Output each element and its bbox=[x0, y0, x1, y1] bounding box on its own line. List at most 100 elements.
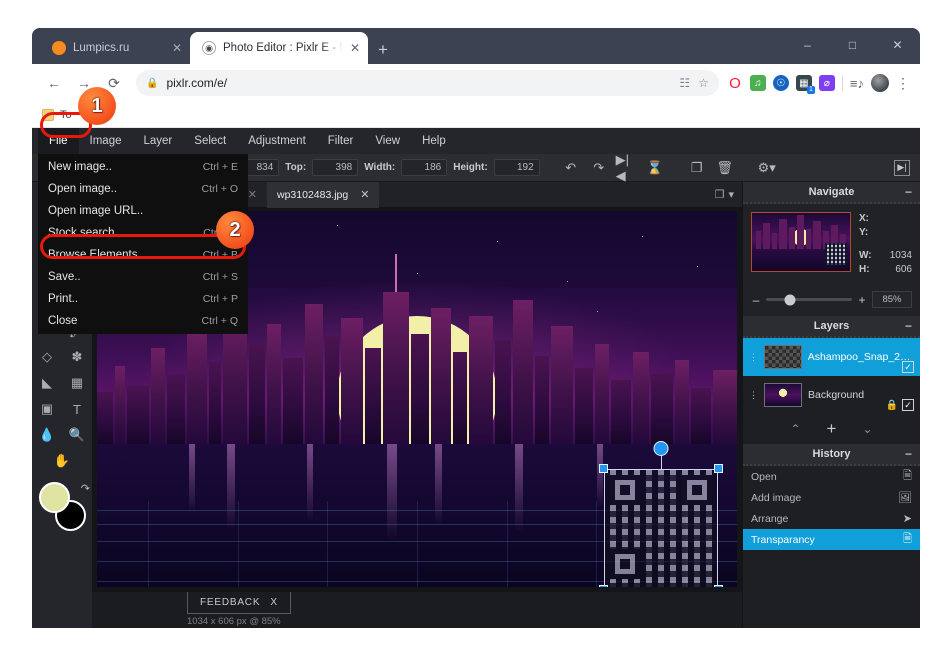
menu-help[interactable]: Help bbox=[411, 128, 457, 154]
opera-extension-icon[interactable]: O bbox=[726, 75, 743, 92]
browser-toolbar: ← → ⟳ 🔒 pixlr.com/e/ ☷ ☆ O ♫ ☉ ▦ 1 ⌀ ≡♪ ⋮ bbox=[32, 64, 920, 102]
paint-icon[interactable]: ✽ bbox=[64, 344, 90, 370]
navigate-panel-header[interactable]: Navigate − bbox=[743, 182, 920, 204]
feedback-tab[interactable]: FEEDBACK X bbox=[187, 592, 291, 614]
history-item[interactable]: Open 🗎 bbox=[743, 466, 920, 487]
star-icon[interactable]: ☆ bbox=[698, 76, 709, 90]
height-input[interactable]: 192 bbox=[493, 159, 540, 176]
move-layer-up-icon[interactable]: ⌃ bbox=[790, 422, 800, 436]
minimize-panel-icon[interactable]: − bbox=[905, 447, 912, 461]
delete-icon[interactable]: 🗑 bbox=[714, 157, 736, 179]
width-input[interactable]: 186 bbox=[401, 159, 448, 176]
close-window-button[interactable]: ✕ bbox=[875, 28, 920, 62]
music-extension-icon[interactable]: ♫ bbox=[749, 75, 766, 91]
menu-item-open-image-url[interactable]: Open image URL.. bbox=[38, 200, 248, 222]
settings-gear-icon[interactable]: ⚙▾ bbox=[756, 157, 778, 179]
history-list: Open 🗎 Add image 🖼 Arrange ➤ Transparanc… bbox=[743, 466, 920, 550]
history-item[interactable]: Arrange ➤ bbox=[743, 508, 920, 529]
three-dots-menu-icon[interactable]: ⋮ bbox=[896, 75, 910, 92]
text-icon[interactable]: T bbox=[64, 396, 90, 422]
shape-icon[interactable]: ▣ bbox=[34, 396, 60, 422]
layer-row[interactable]: ⋮ Background 🔒 ✓ bbox=[743, 376, 920, 414]
resize-handle-bottom-left[interactable] bbox=[599, 585, 608, 587]
panel-toggle-icon[interactable]: ▶| bbox=[894, 159, 910, 176]
menu-item-close[interactable]: Close Ctrl + Q bbox=[38, 310, 248, 332]
menu-item-save[interactable]: Save.. Ctrl + S bbox=[38, 266, 248, 288]
menu-item-print[interactable]: Print.. Ctrl + P bbox=[38, 288, 248, 310]
height-label: Height: bbox=[453, 162, 488, 173]
zoom-slider[interactable] bbox=[766, 294, 852, 305]
zoom-out-button[interactable]: – bbox=[751, 293, 761, 307]
menu-item-new-image[interactable]: New image.. Ctrl + E bbox=[38, 156, 248, 178]
resize-handle-top-right[interactable] bbox=[714, 464, 723, 473]
back-icon[interactable]: ← bbox=[40, 69, 68, 97]
fill-icon[interactable]: ◣ bbox=[34, 370, 60, 396]
close-icon[interactable]: ✕ bbox=[350, 41, 360, 55]
history-label: Transparancy bbox=[751, 533, 815, 546]
resize-handle-top-left[interactable] bbox=[599, 464, 608, 473]
foreground-color-swatch[interactable] bbox=[39, 482, 70, 513]
redo-icon[interactable]: ↷ bbox=[588, 157, 610, 179]
close-icon[interactable]: ✕ bbox=[248, 188, 257, 201]
move-layer-down-icon[interactable]: ⌄ bbox=[862, 422, 872, 436]
lock-icon[interactable]: 🔒 bbox=[886, 400, 898, 411]
eraser-icon[interactable]: ◇ bbox=[34, 344, 60, 370]
globe-extension-icon[interactable]: ☉ bbox=[772, 75, 789, 91]
browser-tab-pixlr[interactable]: ◉ Photo Editor : Pixlr E - free image ✕ bbox=[190, 32, 368, 64]
chevron-down-icon[interactable]: ▾ bbox=[728, 188, 734, 201]
box-extension-icon[interactable]: ▦ 1 bbox=[795, 75, 815, 94]
gradient-icon[interactable]: ▦ bbox=[64, 370, 90, 396]
zoom-slider-knob[interactable] bbox=[784, 294, 796, 305]
color-swatches[interactable]: ↷ bbox=[36, 480, 90, 538]
resize-handle-bottom-right[interactable] bbox=[714, 585, 723, 587]
history-item[interactable]: Transparancy 🗎 bbox=[743, 529, 920, 550]
menu-adjustment[interactable]: Adjustment bbox=[237, 128, 317, 154]
menu-item-open-image[interactable]: Open image.. Ctrl + O bbox=[38, 178, 248, 200]
menu-select[interactable]: Select bbox=[183, 128, 237, 154]
menu-layer[interactable]: Layer bbox=[133, 128, 184, 154]
maximize-button[interactable]: □ bbox=[830, 28, 875, 62]
purple-extension-icon[interactable]: ⌀ bbox=[818, 75, 835, 91]
close-icon[interactable]: ✕ bbox=[360, 188, 369, 201]
rotate-handle[interactable] bbox=[653, 441, 669, 456]
flip-horizontal-icon[interactable]: ▶|◀ bbox=[616, 152, 638, 183]
drag-handle-icon[interactable]: ⋮ bbox=[749, 391, 758, 400]
profile-avatar[interactable] bbox=[871, 74, 889, 92]
menu-view[interactable]: View bbox=[364, 128, 411, 154]
address-input[interactable]: 🔒 pixlr.com/e/ ☷ ☆ bbox=[136, 70, 719, 96]
new-tab-button[interactable]: + bbox=[378, 41, 388, 58]
menu-filter[interactable]: Filter bbox=[317, 128, 365, 154]
history-item[interactable]: Add image 🖼 bbox=[743, 487, 920, 508]
flip-vertical-icon[interactable]: ⌛ bbox=[644, 157, 666, 179]
top-input[interactable]: 398 bbox=[312, 159, 359, 176]
document-tab-wp3102483[interactable]: wp3102483.jpg ✕ bbox=[267, 181, 380, 208]
hand-icon[interactable]: ✋ bbox=[49, 448, 75, 474]
reading-list-icon[interactable]: ≡♪ bbox=[850, 76, 864, 91]
history-panel-header[interactable]: History − bbox=[743, 444, 920, 466]
swap-colors-icon[interactable]: ↷ bbox=[81, 482, 90, 495]
translate-icon[interactable]: ☷ bbox=[679, 76, 690, 90]
minimize-panel-icon[interactable]: − bbox=[905, 185, 912, 199]
drag-handle-icon[interactable]: ⋮ bbox=[749, 353, 758, 362]
eyedropper-icon[interactable]: 💧 bbox=[34, 422, 60, 448]
zoom-level-input[interactable]: 85% bbox=[872, 291, 912, 308]
layers-panel-header[interactable]: Layers − bbox=[743, 316, 920, 338]
arrange-windows-icon[interactable]: ❐ bbox=[715, 188, 725, 201]
zoom-tool-icon[interactable]: 🔍 bbox=[64, 422, 90, 448]
selected-layer-transform-box[interactable] bbox=[599, 441, 723, 587]
duplicate-icon[interactable]: ❐ bbox=[686, 157, 708, 179]
zoom-in-button[interactable]: + bbox=[857, 293, 867, 307]
layer-row[interactable]: ⋮ Ashampoo_Snap_20... ✓ bbox=[743, 338, 920, 376]
window-controls: – □ ✕ bbox=[785, 28, 920, 62]
close-icon[interactable]: ✕ bbox=[172, 41, 182, 55]
layer-visibility-checkbox[interactable]: ✓ bbox=[902, 399, 914, 411]
layer-visibility-checkbox[interactable]: ✓ bbox=[902, 361, 914, 373]
undo-icon[interactable]: ↶ bbox=[560, 157, 582, 179]
close-icon[interactable]: X bbox=[270, 593, 277, 613]
minimize-button[interactable]: – bbox=[785, 28, 830, 62]
width-label: Width: bbox=[364, 162, 396, 173]
browser-tab-lumpics[interactable]: Lumpics.ru ✕ bbox=[40, 32, 190, 64]
minimize-panel-icon[interactable]: − bbox=[905, 319, 912, 333]
navigator-thumbnail[interactable] bbox=[751, 212, 851, 272]
add-layer-icon[interactable]: + bbox=[827, 419, 837, 439]
